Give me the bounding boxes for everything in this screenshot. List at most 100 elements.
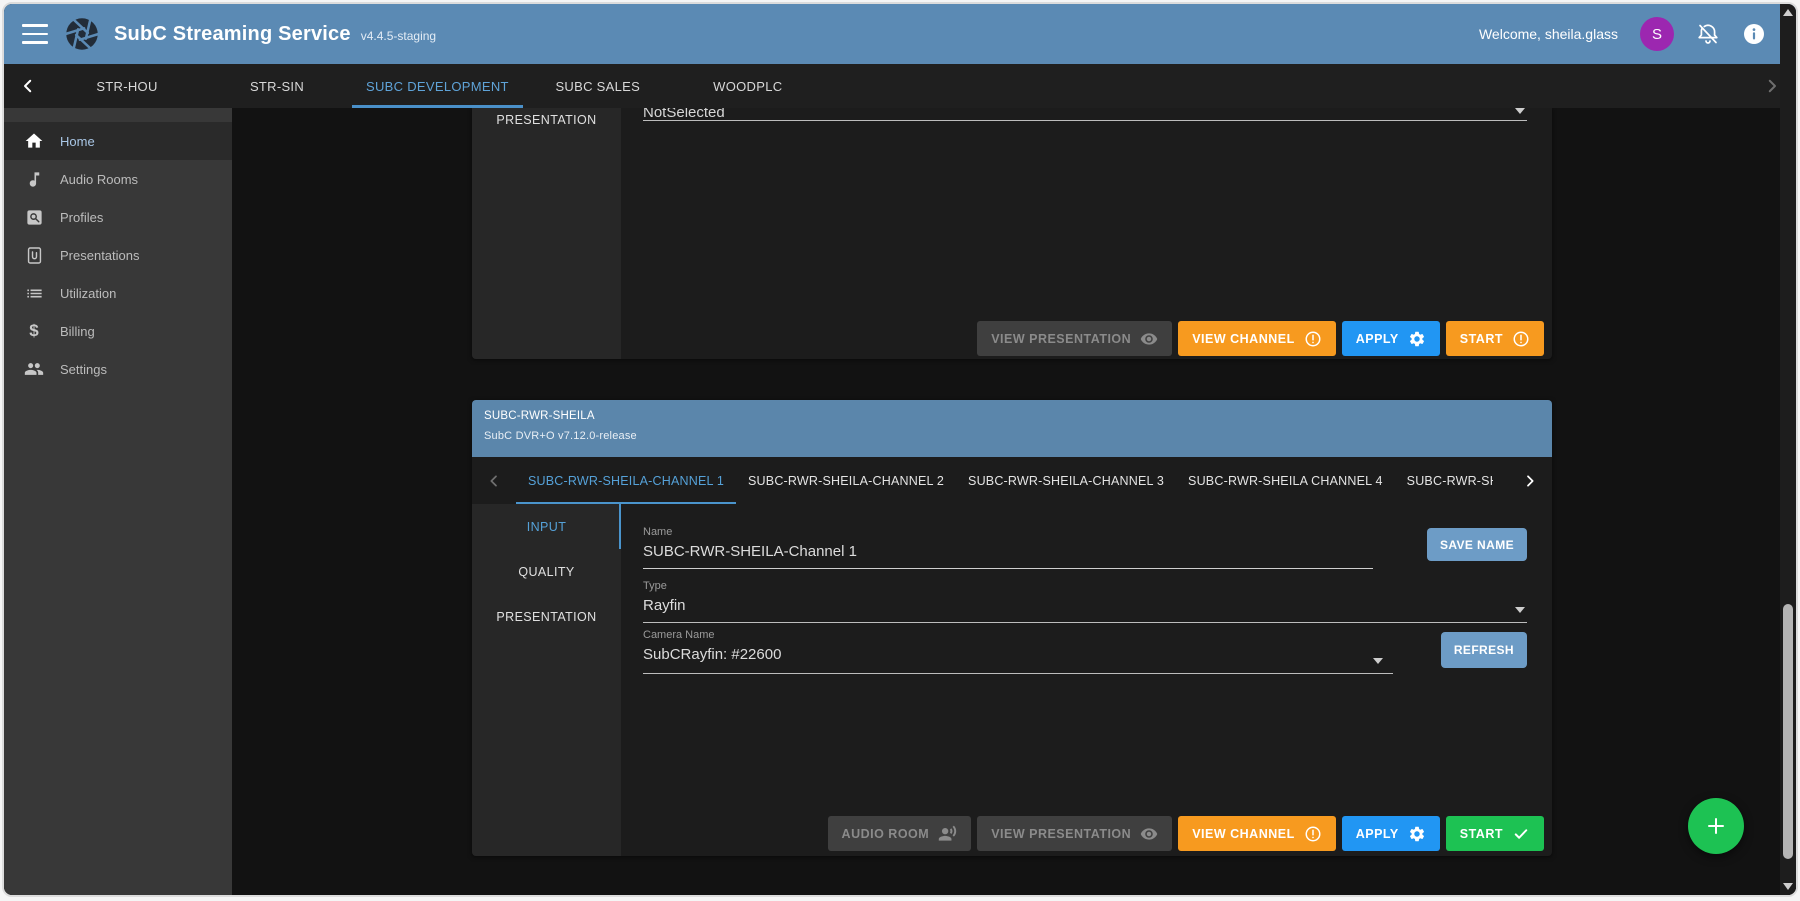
side-tab-presentation[interactable]: PRESENTATION xyxy=(496,113,596,127)
app-title: SubC Streaming Service xyxy=(114,23,351,46)
sidebar: Home Audio Rooms Profiles xyxy=(4,108,232,897)
channel-tabs-chevron-right-icon[interactable] xyxy=(1508,457,1552,504)
menu-icon[interactable] xyxy=(22,24,48,44)
notifications-off-icon[interactable] xyxy=(1696,22,1720,46)
presentation-select[interactable]: NotSelected xyxy=(643,108,1527,121)
sidebar-item-label: Utilization xyxy=(60,286,116,301)
avatar[interactable]: S xyxy=(1640,17,1674,51)
name-label: Name xyxy=(643,526,1373,538)
tab-subc-sales[interactable]: SUBC SALES xyxy=(523,64,673,108)
channel-tab-3[interactable]: SUBC-RWR-SHEILA-CHANNEL 3 xyxy=(956,457,1176,504)
dvr-title: SUBC-RWR-SHEILA xyxy=(484,410,1540,422)
gear-icon xyxy=(1408,825,1426,843)
dvr-card: SUBC-RWR-SHEILA SubC DVR+O v7.12.0-relea… xyxy=(472,400,1552,856)
tab-str-sin[interactable]: STR-SIN xyxy=(202,64,352,108)
eye-icon xyxy=(1140,330,1158,348)
channel-card-top: PRESENTATION NotSelected VIEW PRESENTATI… xyxy=(472,108,1552,359)
camera-row: Camera Name SubCRayfin: #22600 REFRESH xyxy=(643,623,1527,674)
button-label: VIEW CHANNEL xyxy=(1192,827,1295,841)
input-form: Name SUBC-RWR-SHEILA-Channel 1 SAVE NAME… xyxy=(621,504,1552,856)
add-fab-button[interactable] xyxy=(1688,798,1744,854)
channel-tab-5[interactable]: SUBC-RWR-SHEILA-CHANNEL 5 xyxy=(1395,457,1493,504)
view-presentation-button[interactable]: VIEW PRESENTATION xyxy=(977,321,1172,356)
list-icon xyxy=(24,284,44,303)
image-search-icon xyxy=(24,208,44,227)
channel-tabs: SUBC-RWR-SHEILA-CHANNEL 1 SUBC-RWR-SHEIL… xyxy=(472,457,1552,504)
main-content: PRESENTATION NotSelected VIEW PRESENTATI… xyxy=(232,108,1796,897)
type-select[interactable]: Rayfin xyxy=(643,592,1527,623)
workspace-tabbar: STR-HOU STR-SIN SUBC DEVELOPMENT SUBC SA… xyxy=(4,64,1796,108)
refresh-button[interactable]: REFRESH xyxy=(1441,632,1527,668)
view-channel-button[interactable]: VIEW CHANNEL xyxy=(1178,816,1336,851)
dollar-icon: $ xyxy=(24,321,44,341)
button-label: VIEW PRESENTATION xyxy=(991,827,1131,841)
dropdown-arrow-icon xyxy=(1373,658,1383,664)
apply-button[interactable]: APPLY xyxy=(1342,816,1440,851)
sidebar-item-label: Home xyxy=(60,134,95,149)
apply-button[interactable]: APPLY xyxy=(1342,321,1440,356)
card2-actions: AUDIO ROOM VIEW PRESENTATION VIEW CHANNE… xyxy=(828,816,1544,851)
view-channel-button[interactable]: VIEW CHANNEL xyxy=(1178,321,1336,356)
sidebar-item-presentations[interactable]: Presentations xyxy=(4,236,232,274)
gear-icon xyxy=(1408,330,1426,348)
sidebar-item-settings[interactable]: Settings xyxy=(4,350,232,388)
info-icon[interactable] xyxy=(1742,22,1766,46)
type-select-value: Rayfin xyxy=(643,597,686,614)
name-field-group: Name SUBC-RWR-SHEILA-Channel 1 xyxy=(643,526,1373,569)
card1-actions: VIEW PRESENTATION VIEW CHANNEL APPLY xyxy=(977,321,1544,356)
alert-circle-icon xyxy=(1512,330,1530,348)
presentation-select-value: NotSelected xyxy=(643,108,1527,120)
scroll-down-arrow[interactable] xyxy=(1783,883,1793,890)
home-icon xyxy=(24,131,44,151)
channel-tabs-chevron-left-icon[interactable] xyxy=(472,457,516,504)
vertical-scrollbar xyxy=(1780,4,1796,895)
aperture-logo-icon xyxy=(64,16,100,52)
tab-str-hou[interactable]: STR-HOU xyxy=(52,64,202,108)
chevron-left-icon[interactable] xyxy=(4,64,52,108)
start-button[interactable]: START xyxy=(1446,816,1544,851)
sidebar-item-label: Presentations xyxy=(60,248,140,263)
camera-name-label: Camera Name xyxy=(643,629,1393,641)
type-label: Type xyxy=(643,580,1527,592)
dropdown-arrow-icon xyxy=(1515,607,1525,613)
channel-tab-4[interactable]: SUBC-RWR-SHEILA CHANNEL 4 xyxy=(1176,457,1395,504)
sidebar-item-utilization[interactable]: Utilization xyxy=(4,274,232,312)
sidebar-item-home[interactable]: Home xyxy=(4,122,232,160)
sidebar-item-label: Profiles xyxy=(60,210,103,225)
side-tab-presentation[interactable]: PRESENTATION xyxy=(472,594,621,639)
tab-subc-development[interactable]: SUBC DEVELOPMENT xyxy=(352,64,523,108)
app-title-group: SubC Streaming Service v4.4.5-staging xyxy=(114,23,436,46)
eye-icon xyxy=(1140,825,1158,843)
camera-name-select[interactable]: SubCRayfin: #22600 xyxy=(643,641,1393,674)
name-input[interactable]: SUBC-RWR-SHEILA-Channel 1 xyxy=(643,538,1373,569)
scroll-up-arrow[interactable] xyxy=(1783,9,1793,16)
view-presentation-button[interactable]: VIEW PRESENTATION xyxy=(977,816,1172,851)
tab-woodplc[interactable]: WOODPLC xyxy=(673,64,823,108)
channel-tab-1[interactable]: SUBC-RWR-SHEILA-CHANNEL 1 xyxy=(516,457,736,504)
voice-over-icon xyxy=(938,824,957,843)
button-label: AUDIO ROOM xyxy=(842,827,930,841)
card1-side-tabs: PRESENTATION xyxy=(472,108,621,359)
button-label: START xyxy=(1460,332,1503,346)
type-field-group: Type Rayfin xyxy=(643,580,1527,623)
save-name-button[interactable]: SAVE NAME xyxy=(1427,528,1527,561)
camera-name-select-value: SubCRayfin: #22600 xyxy=(643,646,781,663)
sidebar-item-profiles[interactable]: Profiles xyxy=(4,198,232,236)
sidebar-item-billing[interactable]: $ Billing xyxy=(4,312,232,350)
dvr-side-tabs: INPUT QUALITY PRESENTATION xyxy=(472,504,621,856)
scrollbar-thumb[interactable] xyxy=(1783,604,1793,859)
attachment-file-icon xyxy=(24,246,44,265)
channel-tab-2[interactable]: SUBC-RWR-SHEILA-CHANNEL 2 xyxy=(736,457,956,504)
button-label: APPLY xyxy=(1356,332,1399,346)
sidebar-item-audio-rooms[interactable]: Audio Rooms xyxy=(4,160,232,198)
side-tab-input[interactable]: INPUT xyxy=(472,504,621,549)
side-tab-quality[interactable]: QUALITY xyxy=(472,549,621,594)
alert-circle-icon xyxy=(1304,330,1322,348)
welcome-text: Welcome, sheila.glass xyxy=(1479,26,1618,42)
start-button[interactable]: START xyxy=(1446,321,1544,356)
audio-room-button[interactable]: AUDIO ROOM xyxy=(828,816,972,851)
dropdown-arrow-icon xyxy=(1515,108,1525,114)
button-label: APPLY xyxy=(1356,827,1399,841)
button-label: VIEW CHANNEL xyxy=(1192,332,1295,346)
alert-circle-icon xyxy=(1304,825,1322,843)
